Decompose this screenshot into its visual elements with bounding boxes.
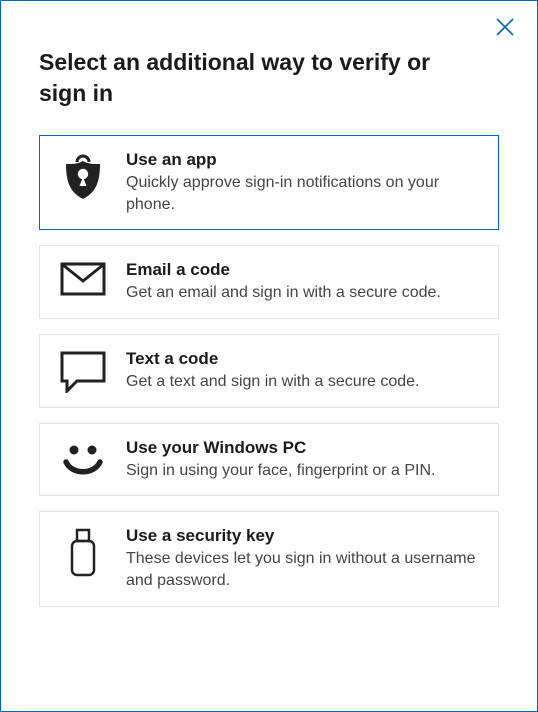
option-email-a-code[interactable]: Email a code Get an email and sign in wi…	[39, 245, 499, 319]
speech-bubble-icon	[58, 349, 108, 393]
options-list: Use an app Quickly approve sign-in notif…	[39, 135, 499, 607]
verification-dialog: Select an additional way to verify or si…	[0, 0, 538, 712]
usb-key-icon	[58, 526, 108, 578]
close-button[interactable]	[491, 15, 519, 43]
option-desc: Sign in using your face, fingerprint or …	[126, 460, 480, 482]
option-title: Use a security key	[126, 526, 480, 546]
option-use-a-security-key[interactable]: Use a security key These devices let you…	[39, 511, 499, 606]
smiley-face-icon	[58, 438, 108, 480]
option-desc: Get a text and sign in with a secure cod…	[126, 371, 480, 393]
option-text: Email a code Get an email and sign in wi…	[126, 260, 480, 304]
option-title: Use your Windows PC	[126, 438, 480, 458]
option-text: Use an app Quickly approve sign-in notif…	[126, 150, 480, 215]
option-text: Use your Windows PC Sign in using your f…	[126, 438, 480, 482]
option-text: Use a security key These devices let you…	[126, 526, 480, 591]
option-title: Email a code	[126, 260, 480, 280]
option-use-an-app[interactable]: Use an app Quickly approve sign-in notif…	[39, 135, 499, 230]
close-icon	[494, 16, 516, 43]
option-title: Text a code	[126, 349, 480, 369]
option-use-your-windows-pc[interactable]: Use your Windows PC Sign in using your f…	[39, 423, 499, 497]
option-desc: These devices let you sign in without a …	[126, 548, 480, 591]
option-title: Use an app	[126, 150, 480, 170]
shield-lock-icon	[58, 150, 108, 202]
dialog-title: Select an additional way to verify or si…	[39, 47, 499, 109]
option-text-a-code[interactable]: Text a code Get a text and sign in with …	[39, 334, 499, 408]
option-desc: Quickly approve sign-in notifications on…	[126, 172, 480, 215]
option-desc: Get an email and sign in with a secure c…	[126, 282, 480, 304]
envelope-icon	[58, 260, 108, 296]
option-text: Text a code Get a text and sign in with …	[126, 349, 480, 393]
